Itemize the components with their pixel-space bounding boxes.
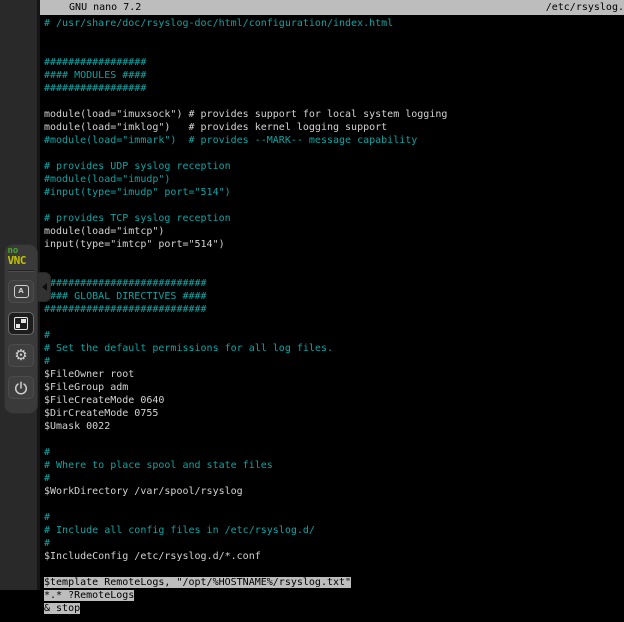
novnc-logo-vnc: VNC xyxy=(8,255,38,266)
terminal-line xyxy=(44,147,624,160)
terminal-line xyxy=(44,563,624,576)
terminal-line: # xyxy=(44,329,624,342)
terminal-line: module(load="imklog") # provides kernel … xyxy=(44,121,624,134)
terminal-line: #module(load="imudp") xyxy=(44,173,624,186)
collapse-arrow-icon xyxy=(42,283,47,291)
terminal-line: # Set the default permissions for all lo… xyxy=(44,342,624,355)
terminal-line xyxy=(44,30,624,43)
terminal-line: ########################### xyxy=(44,303,624,316)
fullscreen-button[interactable] xyxy=(8,312,34,335)
terminal-line xyxy=(44,43,624,56)
terminal-line xyxy=(44,498,624,511)
terminal-line: # xyxy=(44,446,624,459)
terminal-line: input(type="imtcp" port="514") xyxy=(44,238,624,251)
terminal-line: #input(type="imudp" port="514") xyxy=(44,186,624,199)
terminal-line: ################# xyxy=(44,56,624,69)
terminal-line: ################# xyxy=(44,82,624,95)
terminal-line: #### MODULES #### xyxy=(44,69,624,82)
disconnect-button[interactable] xyxy=(8,376,34,399)
clipboard-icon: A xyxy=(14,285,29,298)
terminal-line: $FileOwner root xyxy=(44,368,624,381)
terminal-line: # Where to place spool and state files xyxy=(44,459,624,472)
sidebar-divider xyxy=(8,270,34,272)
terminal-line: #module(load="immark") # provides --MARK… xyxy=(44,134,624,147)
terminal-line xyxy=(44,264,624,277)
terminal-line: #### GLOBAL DIRECTIVES #### xyxy=(44,290,624,303)
terminal-line: module(load="imuxsock") # provides suppo… xyxy=(44,108,624,121)
terminal-line: # provides UDP syslog reception xyxy=(44,160,624,173)
terminal-line: $FileCreateMode 0640 xyxy=(44,394,624,407)
terminal-line: # Include all config files in /etc/rsysl… xyxy=(44,524,624,537)
novnc-control-bar: no VNC A ⚙ xyxy=(4,244,38,414)
terminal-line: # /usr/share/doc/rsyslog-doc/html/config… xyxy=(44,17,624,30)
terminal-line: & stop xyxy=(44,602,624,615)
terminal-line: $Umask 0022 xyxy=(44,420,624,433)
terminal-line xyxy=(44,433,624,446)
nano-app-title: GNU nano 7.2 xyxy=(57,1,141,14)
terminal-line: $template RemoteLogs, "/opt/%HOSTNAME%/r… xyxy=(44,576,624,589)
terminal-line: # xyxy=(44,511,624,524)
novnc-logo: no VNC xyxy=(5,248,38,266)
terminal-line: $DirCreateMode 0755 xyxy=(44,407,624,420)
nano-file-path: /etc/rsyslog. xyxy=(546,1,624,14)
terminal-line: module(load="imtcp") xyxy=(44,225,624,238)
gear-icon: ⚙ xyxy=(14,348,27,363)
terminal-line xyxy=(44,316,624,329)
terminal-line: $WorkDirectory /var/spool/rsyslog xyxy=(44,485,624,498)
terminal-line xyxy=(44,95,624,108)
clipboard-button[interactable]: A xyxy=(8,280,34,303)
settings-button[interactable]: ⚙ xyxy=(8,344,34,367)
terminal-line: ########################### xyxy=(44,277,624,290)
terminal-line: $FileGroup adm xyxy=(44,381,624,394)
terminal-line xyxy=(44,199,624,212)
terminal-line: *.* ?RemoteLogs xyxy=(44,589,624,602)
terminal-line xyxy=(44,251,624,264)
nano-title-bar: GNU nano 7.2 /etc/rsyslog. xyxy=(40,0,624,15)
terminal-line: $IncludeConfig /etc/rsyslog.d/*.conf xyxy=(44,550,624,563)
terminal-line: # provides TCP syslog reception xyxy=(44,212,624,225)
terminal-line: # xyxy=(44,472,624,485)
vnc-screen-terminal[interactable]: GNU nano 7.2 /etc/rsyslog. # /usr/share/… xyxy=(40,0,624,622)
terminal-line: # xyxy=(44,537,624,550)
fullscreen-icon xyxy=(14,317,28,330)
terminal-line: # xyxy=(44,355,624,368)
power-icon xyxy=(13,380,29,396)
control-bar-handle[interactable] xyxy=(38,272,51,302)
terminal-lines: # /usr/share/doc/rsyslog-doc/html/config… xyxy=(40,15,624,615)
